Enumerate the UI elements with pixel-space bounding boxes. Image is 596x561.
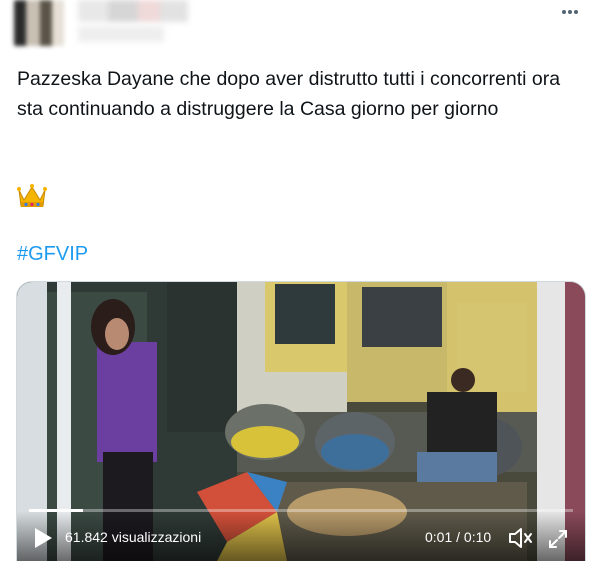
video-time: 0:01 / 0:10 [425,529,492,545]
crown-icon [17,184,47,207]
progress-bar[interactable] [29,509,573,512]
tweet-text: Pazzeska Dayane che dopo aver distrutto … [17,68,561,120]
view-count: 61.842 visualizzazioni [65,529,202,545]
more-options-icon[interactable] [560,6,580,18]
fullscreen-icon[interactable] [547,528,569,550]
progress-fill [29,509,84,512]
play-icon[interactable] [33,527,53,549]
author-handle-redacted [78,26,164,42]
hashtag-link[interactable]: #GFVIP [17,243,88,266]
author-name-redacted[interactable] [78,0,188,22]
video-player[interactable]: 61.842 visualizzazioni 0:01 / 0:10 [16,281,586,561]
author-avatar[interactable] [14,0,64,46]
volume-icon[interactable] [507,526,533,550]
